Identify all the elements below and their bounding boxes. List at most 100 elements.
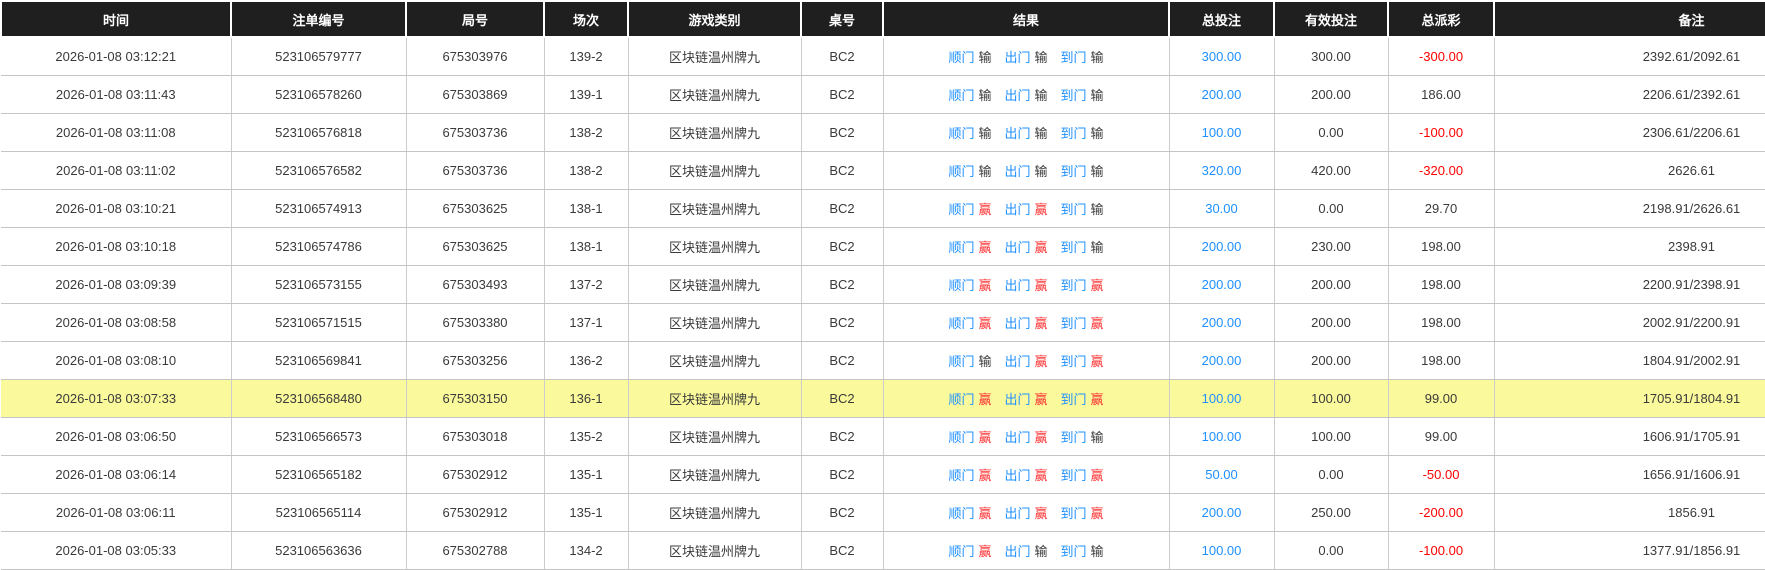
cell-result: 顺门输出门输到门输 (883, 76, 1169, 114)
cell-valid_bet: 100.00 (1274, 380, 1388, 418)
result-segment: 到门输 (1061, 430, 1104, 445)
result-gate-label: 到门 (1061, 240, 1087, 255)
result-outcome: 赢 (1091, 354, 1104, 369)
result-gate-label: 出门 (1004, 126, 1030, 141)
cell-bet_id: 523106565182 (231, 456, 406, 494)
result-outcome: 赢 (1091, 278, 1104, 293)
cell-time: 2026-01-08 03:10:18 (1, 228, 231, 266)
cell-result: 顺门赢出门赢到门赢 (883, 266, 1169, 304)
result-segment: 到门赢 (1061, 316, 1104, 331)
cell-total_bet: 200.00 (1169, 494, 1274, 532)
result-outcome: 赢 (1035, 316, 1048, 331)
result-segment: 出门输 (1004, 126, 1047, 141)
column-header-result: 结果 (883, 1, 1169, 37)
cell-payout: -50.00 (1388, 456, 1494, 494)
cell-valid_bet: 420.00 (1274, 152, 1388, 190)
table-row[interactable]: 2026-01-08 03:07:33523106568480675303150… (1, 380, 1765, 418)
result-outcome: 赢 (978, 240, 991, 255)
cell-game: 区块链温州牌九 (628, 532, 801, 570)
result-outcome: 输 (1035, 126, 1048, 141)
result-outcome: 赢 (978, 392, 991, 407)
cell-session: 135-1 (544, 494, 628, 532)
cell-total_bet: 100.00 (1169, 114, 1274, 152)
cell-table_no: BC2 (801, 37, 883, 76)
result-outcome: 输 (1091, 50, 1104, 65)
cell-payout: 99.00 (1388, 418, 1494, 456)
cell-remark: 2206.61/2392.61 (1494, 76, 1765, 114)
result-gate-label: 到门 (1061, 392, 1087, 407)
column-header-time: 时间 (1, 1, 231, 37)
table-row[interactable]: 2026-01-08 03:06:11523106565114675302912… (1, 494, 1765, 532)
cell-valid_bet: 300.00 (1274, 37, 1388, 76)
result-outcome: 赢 (978, 506, 991, 521)
cell-bet_id: 523106576818 (231, 114, 406, 152)
cell-payout: -200.00 (1388, 494, 1494, 532)
result-outcome: 输 (1091, 202, 1104, 217)
result-gate-label: 到门 (1061, 506, 1087, 521)
result-segment: 到门赢 (1061, 468, 1104, 483)
cell-time: 2026-01-08 03:06:14 (1, 456, 231, 494)
result-outcome: 输 (978, 164, 991, 179)
cell-valid_bet: 0.00 (1274, 456, 1388, 494)
cell-game: 区块链温州牌九 (628, 342, 801, 380)
cell-round: 675303150 (406, 380, 544, 418)
result-gate-label: 到门 (1061, 278, 1087, 293)
cell-table_no: BC2 (801, 190, 883, 228)
table-row[interactable]: 2026-01-08 03:08:58523106571515675303380… (1, 304, 1765, 342)
cell-bet_id: 523106569841 (231, 342, 406, 380)
result-gate-label: 顺门 (948, 354, 974, 369)
cell-valid_bet: 200.00 (1274, 76, 1388, 114)
result-outcome: 赢 (1091, 316, 1104, 331)
result-outcome: 赢 (1035, 392, 1048, 407)
result-gate-label: 顺门 (948, 88, 974, 103)
table-row[interactable]: 2026-01-08 03:12:21523106579777675303976… (1, 37, 1765, 76)
table-row[interactable]: 2026-01-08 03:11:02523106576582675303736… (1, 152, 1765, 190)
result-segment: 顺门输 (948, 50, 991, 65)
cell-game: 区块链温州牌九 (628, 114, 801, 152)
result-gate-label: 出门 (1004, 88, 1030, 103)
cell-round: 675302912 (406, 456, 544, 494)
result-gate-label: 到门 (1061, 354, 1087, 369)
table-row[interactable]: 2026-01-08 03:08:10523106569841675303256… (1, 342, 1765, 380)
cell-total_bet: 200.00 (1169, 266, 1274, 304)
cell-game: 区块链温州牌九 (628, 418, 801, 456)
table-row[interactable]: 2026-01-08 03:06:50523106566573675303018… (1, 418, 1765, 456)
table-row[interactable]: 2026-01-08 03:05:33523106563636675302788… (1, 532, 1765, 570)
cell-time: 2026-01-08 03:12:21 (1, 37, 231, 76)
result-outcome: 赢 (978, 202, 991, 217)
cell-total_bet: 320.00 (1169, 152, 1274, 190)
cell-table_no: BC2 (801, 304, 883, 342)
table-row[interactable]: 2026-01-08 03:09:39523106573155675303493… (1, 266, 1765, 304)
cell-valid_bet: 0.00 (1274, 532, 1388, 570)
cell-round: 675303018 (406, 418, 544, 456)
table-row[interactable]: 2026-01-08 03:10:21523106574913675303625… (1, 190, 1765, 228)
cell-game: 区块链温州牌九 (628, 456, 801, 494)
cell-round: 675303493 (406, 266, 544, 304)
result-segment: 顺门赢 (948, 430, 991, 445)
cell-payout: -100.00 (1388, 532, 1494, 570)
cell-total_bet: 200.00 (1169, 76, 1274, 114)
cell-session: 136-1 (544, 380, 628, 418)
result-segment: 出门输 (1004, 544, 1047, 559)
cell-round: 675303625 (406, 190, 544, 228)
result-outcome: 输 (1091, 88, 1104, 103)
cell-session: 138-1 (544, 190, 628, 228)
cell-remark: 1804.91/2002.91 (1494, 342, 1765, 380)
cell-game: 区块链温州牌九 (628, 494, 801, 532)
cell-result: 顺门输出门输到门输 (883, 37, 1169, 76)
result-outcome: 输 (978, 354, 991, 369)
table-row[interactable]: 2026-01-08 03:10:18523106574786675303625… (1, 228, 1765, 266)
result-segment: 到门输 (1061, 202, 1104, 217)
table-row[interactable]: 2026-01-08 03:06:14523106565182675302912… (1, 456, 1765, 494)
cell-table_no: BC2 (801, 418, 883, 456)
table-row[interactable]: 2026-01-08 03:11:43523106578260675303869… (1, 76, 1765, 114)
cell-session: 136-2 (544, 342, 628, 380)
table-row[interactable]: 2026-01-08 03:11:08523106576818675303736… (1, 114, 1765, 152)
result-segment: 到门赢 (1061, 392, 1104, 407)
result-outcome: 赢 (978, 316, 991, 331)
column-header-table_no: 桌号 (801, 1, 883, 37)
cell-remark: 2392.61/2092.61 (1494, 37, 1765, 76)
result-segment: 到门赢 (1061, 278, 1104, 293)
result-gate-label: 到门 (1061, 126, 1087, 141)
cell-total_bet: 100.00 (1169, 380, 1274, 418)
